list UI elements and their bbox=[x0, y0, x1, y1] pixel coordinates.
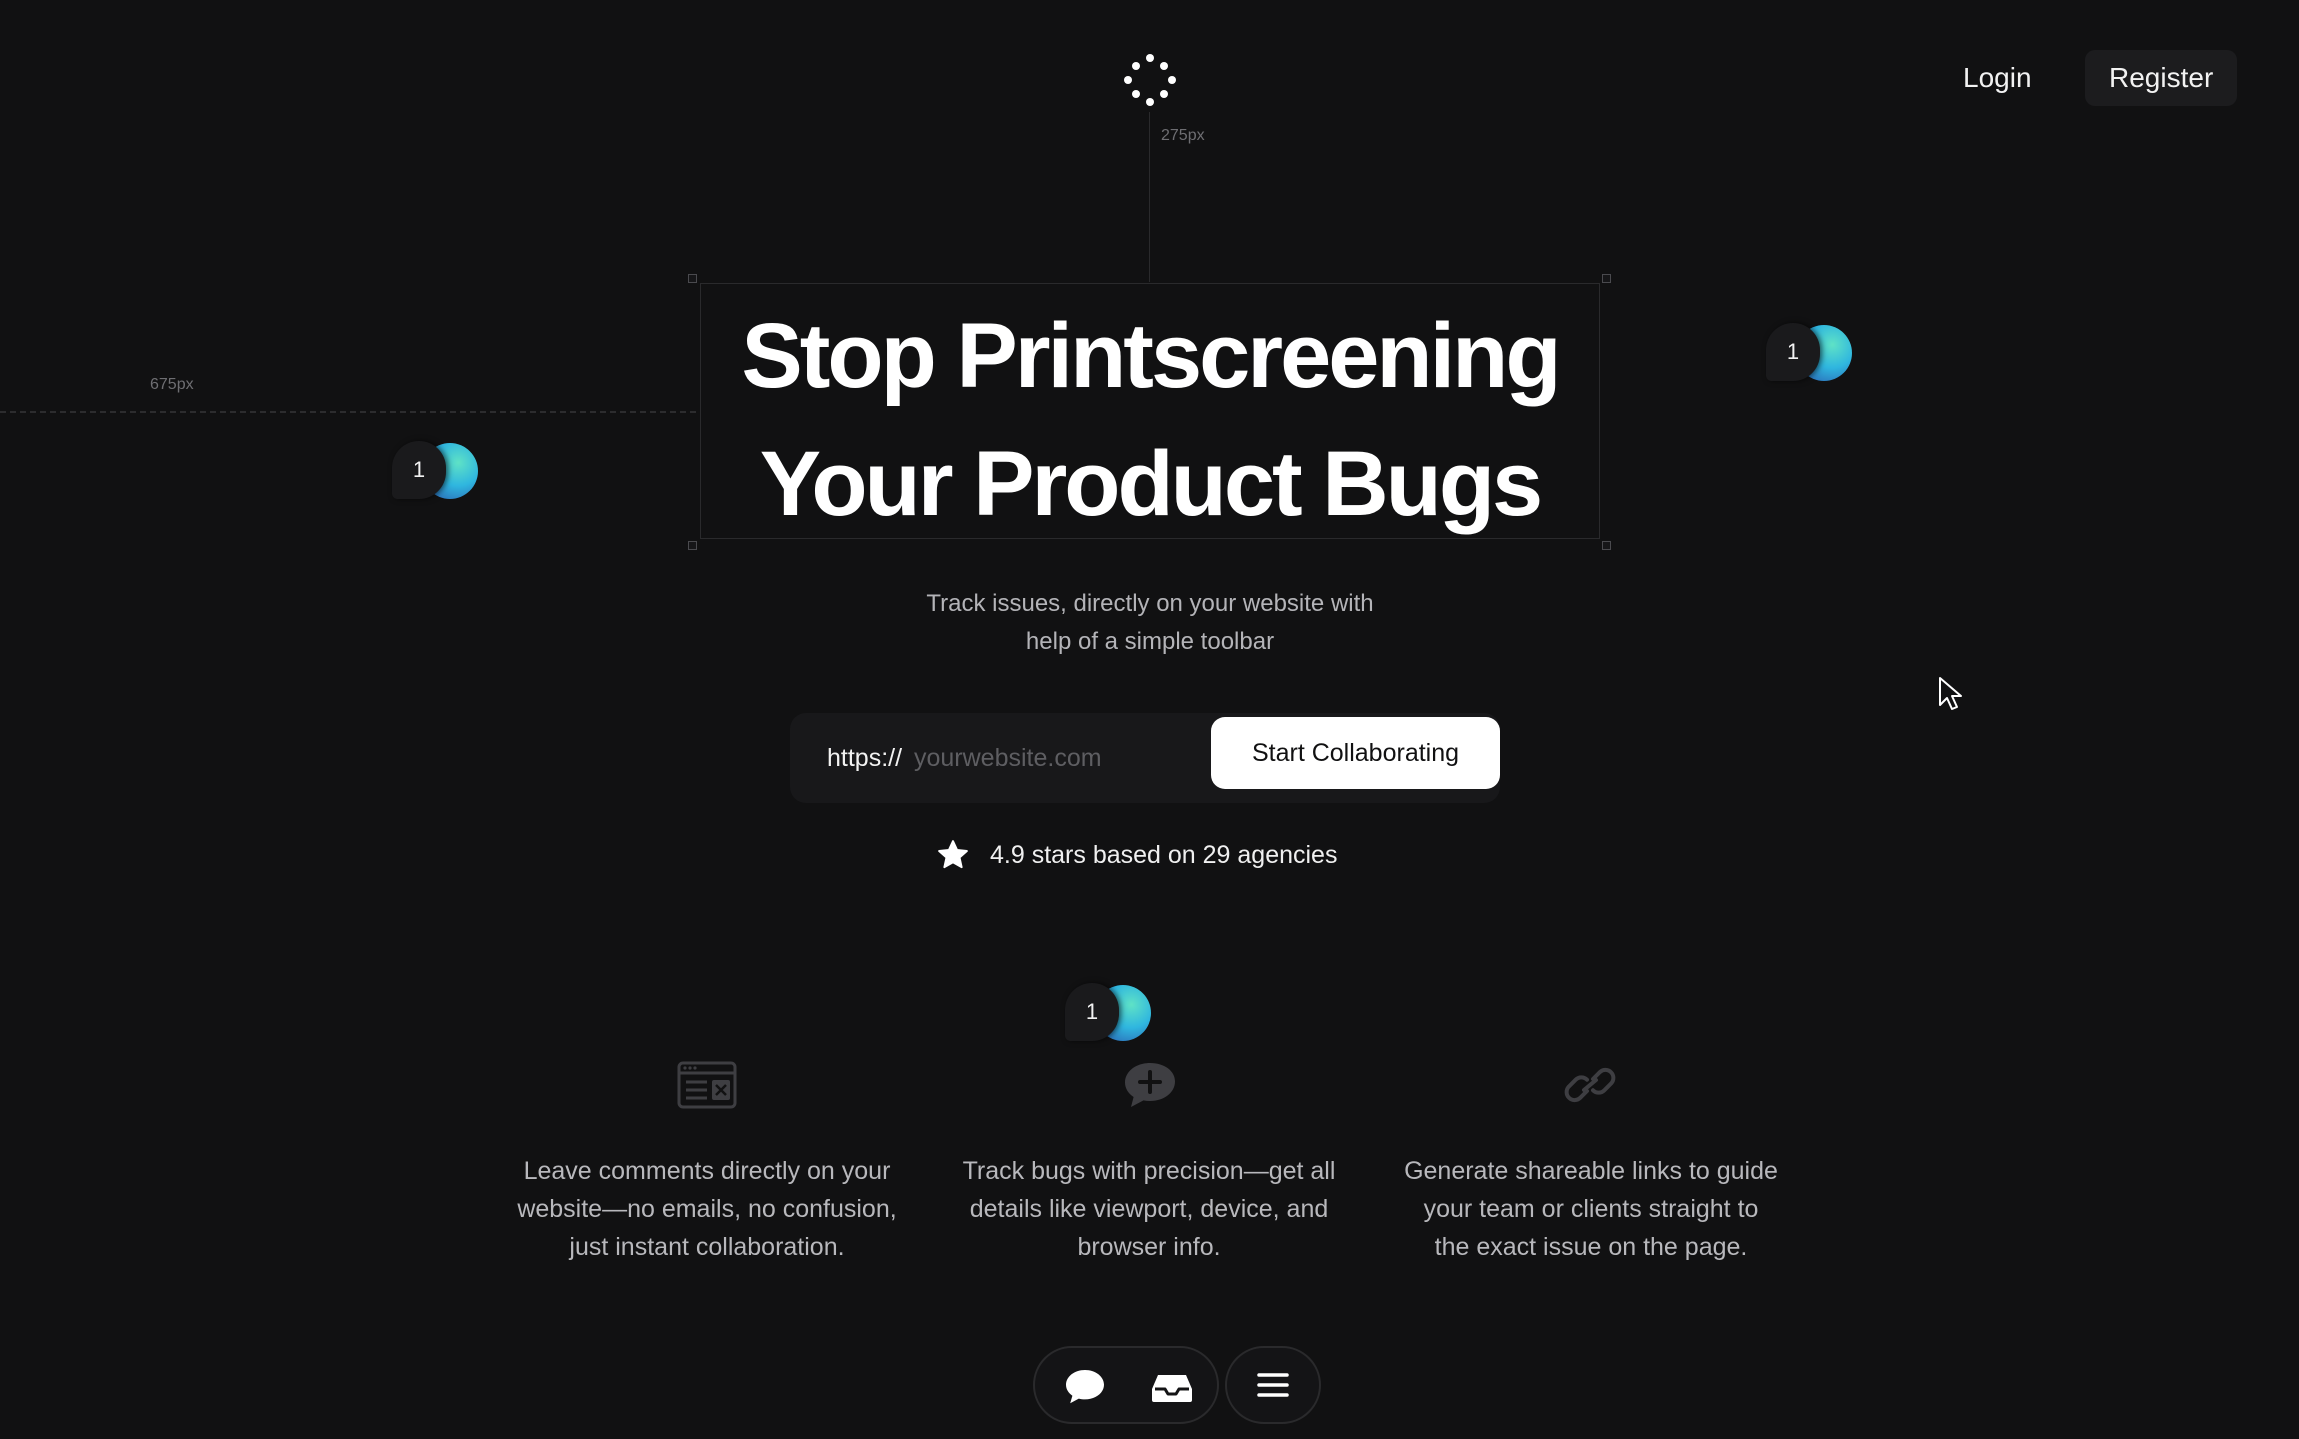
feature-description: Generate shareable links to guide your t… bbox=[1381, 1152, 1801, 1266]
rating-text: 4.9 stars based on 29 agencies bbox=[990, 840, 1338, 869]
bottom-toolbar bbox=[1033, 1346, 1219, 1424]
comment-pin-count: 1 bbox=[1065, 983, 1119, 1041]
url-form: https:// Start Collaborating bbox=[790, 713, 1500, 803]
website-url-input[interactable] bbox=[914, 735, 1134, 781]
feature-line: your team or clients straight to bbox=[1423, 1195, 1759, 1223]
start-collaborating-button[interactable]: Start Collaborating bbox=[1211, 717, 1500, 789]
link-icon bbox=[1564, 1067, 1616, 1103]
add-comment-icon bbox=[1125, 1063, 1175, 1107]
feature-line: browser info. bbox=[1077, 1233, 1221, 1261]
left-measure-label: 675px bbox=[150, 376, 194, 393]
hero-title: Stop Printscreening Your Product Bugs bbox=[650, 292, 1650, 548]
feature-line: Leave comments directly on your bbox=[523, 1157, 891, 1185]
top-measure-label: 275px bbox=[1161, 127, 1205, 144]
menu-icon[interactable] bbox=[1243, 1355, 1303, 1415]
comment-pin[interactable]: 1 bbox=[392, 441, 482, 501]
feature-line: the exact issue on the page. bbox=[1434, 1233, 1748, 1261]
feature-description: Track bugs with precision—get all detail… bbox=[939, 1152, 1359, 1266]
vertical-guide-line bbox=[1149, 112, 1150, 282]
register-button[interactable]: Register bbox=[2085, 50, 2238, 106]
url-prefix: https:// bbox=[827, 744, 903, 772]
feature-line: details like viewport, device, and bbox=[969, 1195, 1329, 1223]
comment-pin[interactable]: 1 bbox=[1065, 983, 1155, 1043]
feature-line: just instant collaboration. bbox=[569, 1233, 845, 1261]
comment-pin[interactable]: 1 bbox=[1766, 323, 1856, 383]
hero-subtitle: Track issues, directly on your website w… bbox=[850, 585, 1450, 661]
resize-handle-top-right[interactable] bbox=[1602, 274, 1611, 283]
mouse-cursor-icon bbox=[1939, 677, 1962, 710]
hero-subtitle-line-2: help of a simple toolbar bbox=[1025, 628, 1275, 655]
landing-page: Login Register 275px 675px Stop Printscr… bbox=[0, 0, 2299, 1439]
horizontal-guide-line bbox=[0, 411, 696, 413]
inbox-icon[interactable] bbox=[1142, 1355, 1202, 1415]
dots-logo-icon[interactable] bbox=[1122, 52, 1178, 108]
feature-line: website—no emails, no confusion, bbox=[517, 1195, 897, 1223]
comment-pin-count: 1 bbox=[1766, 323, 1820, 381]
login-link[interactable]: Login bbox=[1945, 50, 2050, 106]
rating: 4.9 stars based on 29 agencies bbox=[936, 836, 1337, 874]
hero-subtitle-line-1: Track issues, directly on your website w… bbox=[926, 590, 1374, 617]
resize-handle-top-left[interactable] bbox=[688, 274, 697, 283]
star-icon bbox=[938, 840, 968, 869]
menu-button[interactable] bbox=[1225, 1346, 1321, 1424]
hero-title-line-2: Your Product Bugs bbox=[759, 433, 1543, 535]
hero-title-line-1: Stop Printscreening bbox=[741, 305, 1561, 407]
feature-line: Track bugs with precision—get all bbox=[962, 1157, 1336, 1185]
feature-line: Generate shareable links to guide bbox=[1404, 1157, 1778, 1185]
browser-comment-icon bbox=[677, 1061, 737, 1109]
comment-pin-count: 1 bbox=[392, 441, 446, 499]
comment-icon[interactable] bbox=[1055, 1355, 1115, 1415]
feature-description: Leave comments directly on your website—… bbox=[497, 1152, 917, 1266]
